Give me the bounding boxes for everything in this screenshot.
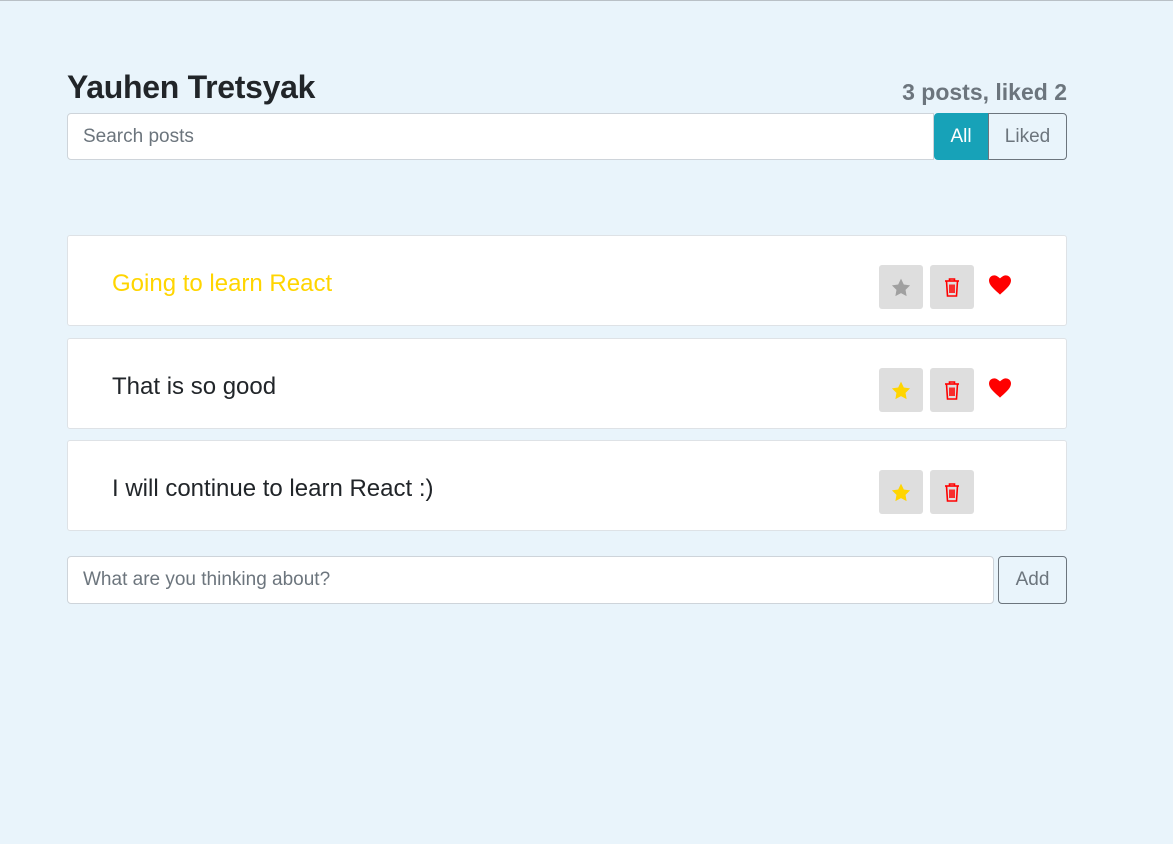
star-icon [891, 278, 911, 296]
page-title: Yauhen Tretsyak [67, 69, 316, 105]
delete-button[interactable] [930, 265, 974, 309]
post-label[interactable]: Going to learn React [112, 236, 332, 325]
add-button[interactable]: Add [998, 556, 1067, 604]
app-header: Yauhen Tretsyak 3 posts, liked 2 [67, 66, 1067, 106]
delete-button[interactable] [930, 368, 974, 412]
post-status-filter: All Liked [934, 113, 1067, 160]
post-list-item: That is so good [67, 338, 1067, 429]
post-list-item: Going to learn React [67, 235, 1067, 326]
heart-icon [989, 275, 1011, 295]
filter-all-button[interactable]: All [934, 113, 988, 160]
post-label[interactable]: I will continue to learn React :) [112, 441, 433, 530]
search-input[interactable] [67, 113, 934, 160]
trash-icon [945, 483, 959, 502]
top-border [0, 0, 1173, 1]
heart-icon [989, 378, 1011, 398]
new-post-input[interactable] [67, 556, 994, 604]
important-button[interactable] [879, 265, 923, 309]
delete-button[interactable] [930, 470, 974, 514]
filter-liked-button[interactable]: Liked [988, 113, 1067, 160]
trash-icon [945, 381, 959, 400]
post-list-item: I will continue to learn React :) [67, 440, 1067, 531]
important-button[interactable] [879, 470, 923, 514]
star-icon [891, 381, 911, 399]
search-panel: All Liked [67, 113, 1067, 160]
post-label[interactable]: That is so good [112, 339, 276, 428]
post-stats: 3 posts, liked 2 [902, 79, 1067, 105]
star-icon [891, 483, 911, 501]
important-button[interactable] [879, 368, 923, 412]
post-add-form: Add [67, 556, 1067, 604]
trash-icon [945, 278, 959, 297]
